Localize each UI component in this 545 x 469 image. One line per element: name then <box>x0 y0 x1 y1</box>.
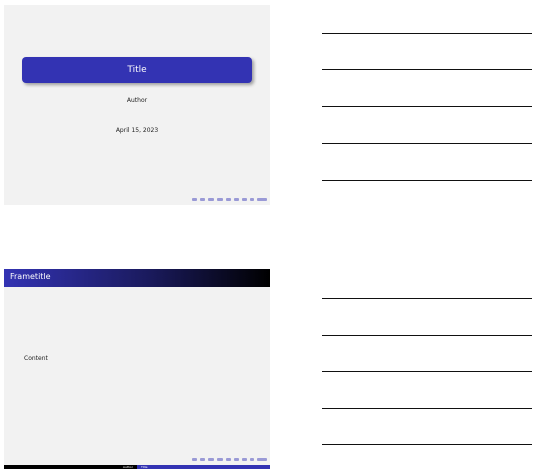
section-prev-icon[interactable] <box>242 197 247 201</box>
note-line <box>322 335 532 336</box>
slide-next-icon[interactable] <box>200 457 205 461</box>
slide-title-page: Title Author April 15, 2023 <box>4 5 270 205</box>
footline: Author Title <box>4 465 270 469</box>
note-line <box>322 180 532 181</box>
note-line <box>322 106 532 107</box>
navigation-symbols <box>192 196 267 202</box>
note-line <box>322 298 532 299</box>
slide-content: Content <box>24 355 48 362</box>
frame-next-icon[interactable] <box>217 457 223 461</box>
slide-author: Author <box>126 97 148 104</box>
note-line <box>322 408 532 409</box>
footline-author: Author <box>4 465 137 469</box>
frame-next-icon[interactable] <box>217 197 223 201</box>
subsection-prev-icon[interactable] <box>226 457 231 461</box>
frametitle-bar: Frametitle <box>4 269 270 287</box>
note-line <box>322 143 532 144</box>
note-line <box>322 371 532 372</box>
note-line <box>322 69 532 70</box>
slide-date: April 15, 2023 <box>115 127 159 134</box>
footline-title: Title <box>137 465 270 469</box>
slide-title: Title <box>22 57 252 83</box>
frame-prev-icon[interactable] <box>208 457 214 461</box>
slide-next-icon[interactable] <box>200 197 205 201</box>
section-prev-icon[interactable] <box>242 457 247 461</box>
search-icon[interactable] <box>257 197 267 201</box>
slide-prev-icon[interactable] <box>192 457 197 461</box>
navigation-symbols <box>192 456 267 462</box>
note-line <box>322 444 532 445</box>
frametitle: Frametitle <box>10 272 51 281</box>
slide-content-frame: Frametitle Content Author Title <box>4 269 270 469</box>
subsection-prev-icon[interactable] <box>226 197 231 201</box>
note-line <box>322 33 532 34</box>
section-next-icon[interactable] <box>250 457 254 461</box>
section-next-icon[interactable] <box>250 197 254 201</box>
subsection-next-icon[interactable] <box>234 457 239 461</box>
search-icon[interactable] <box>257 457 267 461</box>
subsection-next-icon[interactable] <box>234 197 239 201</box>
frame-prev-icon[interactable] <box>208 197 214 201</box>
slide-prev-icon[interactable] <box>192 197 197 201</box>
